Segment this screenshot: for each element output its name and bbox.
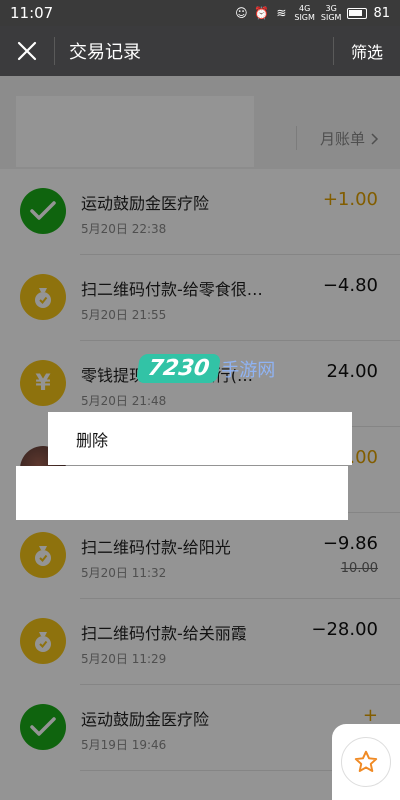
close-button[interactable] [0,26,54,76]
status-icons: ☺ ⏰ ≋ 4G SIGM 3G SIGM 81 [234,4,390,22]
battery-icon [347,7,368,19]
wifi-icon: ≋ [276,6,287,20]
nav-bar: 交易记录 筛选 [0,26,400,76]
alarm-icon: ⏰ [254,6,270,20]
favorite-float-button[interactable] [332,724,400,800]
signal-4g-icon: 4G SIGM [294,4,315,22]
robot-icon: ☺ [235,6,248,20]
watermark-text: 手游网 [221,359,276,381]
watermark: 7230 手游网 [135,354,276,383]
favorite-button-ring [341,737,391,787]
filter-button[interactable]: 筛选 [334,39,400,63]
redacted-block [16,466,348,520]
delete-menu-item[interactable]: 删除 [76,427,108,451]
battery-level: 81 [373,5,390,21]
screen: 11:07 ☺ ⏰ ≋ 4G SIGM 3G SIGM 81 交易记录 筛选 月账单 [0,0,400,800]
status-time: 11:07 [10,4,54,22]
context-menu: 删除 [48,412,352,465]
page-title: 交易记录 [69,42,141,63]
close-icon [17,41,37,61]
signal-3g-icon: 3G SIGM [320,4,342,22]
star-icon [354,750,378,772]
watermark-badge: 7230 [135,354,222,383]
status-bar: 11:07 ☺ ⏰ ≋ 4G SIGM 3G SIGM 81 [0,0,400,26]
